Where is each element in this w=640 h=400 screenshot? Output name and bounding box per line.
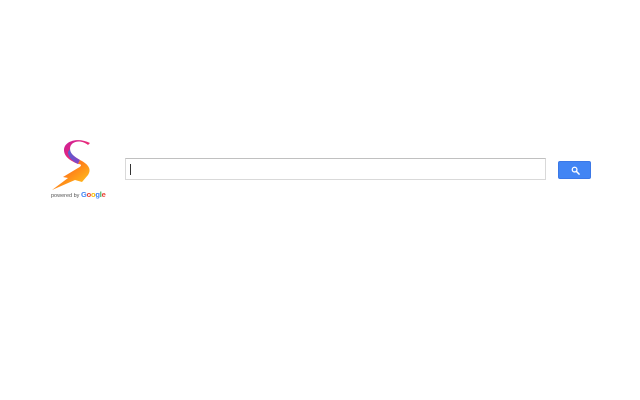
s-lightning-bolt-logo-icon xyxy=(52,140,90,190)
magnifier-icon xyxy=(571,166,580,175)
search-button[interactable] xyxy=(558,161,591,179)
logo: powered by Google xyxy=(46,140,110,202)
search-input[interactable] xyxy=(125,158,546,180)
powered-by-text: powered by xyxy=(51,193,81,199)
google-letter: e xyxy=(101,190,106,199)
google-wordmark: Google xyxy=(81,190,106,199)
search-page: powered by Google xyxy=(0,0,640,400)
powered-by-google: powered by Google xyxy=(51,191,106,200)
text-caret xyxy=(130,164,131,175)
